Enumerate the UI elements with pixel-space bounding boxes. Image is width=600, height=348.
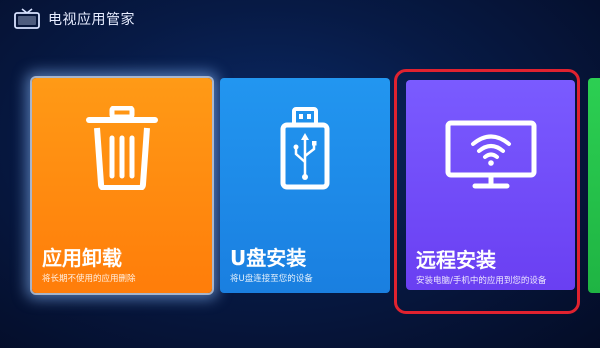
tile-title: 远程安装 <box>416 248 496 272</box>
tile-description: 安装电脑/手机中的应用到您的设备 <box>416 276 547 286</box>
tile-title: U盘安装 <box>230 246 307 270</box>
app-title: 电视应用管家 <box>48 12 135 28</box>
tile-partial-next[interactable] <box>588 78 600 293</box>
tile-description: 将长期不使用的应用删除 <box>42 274 136 284</box>
app-header: 电视应用管家 <box>14 6 135 32</box>
wifi-monitor-icon <box>445 120 536 189</box>
tile-app-uninstall[interactable]: 应用卸载 将长期不使用的应用删除 <box>32 78 212 293</box>
tile-usb-install[interactable]: U盘安装 将U盘连接至您的设备 <box>220 78 390 293</box>
tile-title: 应用卸载 <box>42 246 122 270</box>
tile-remote-install[interactable]: 远程安装 安装电脑/手机中的应用到您的设备 <box>406 80 575 290</box>
trash-icon <box>86 106 158 190</box>
tile-description: 将U盘连接至您的设备 <box>230 274 313 284</box>
usb-drive-icon <box>280 107 330 190</box>
tv-manager-icon <box>14 8 40 29</box>
